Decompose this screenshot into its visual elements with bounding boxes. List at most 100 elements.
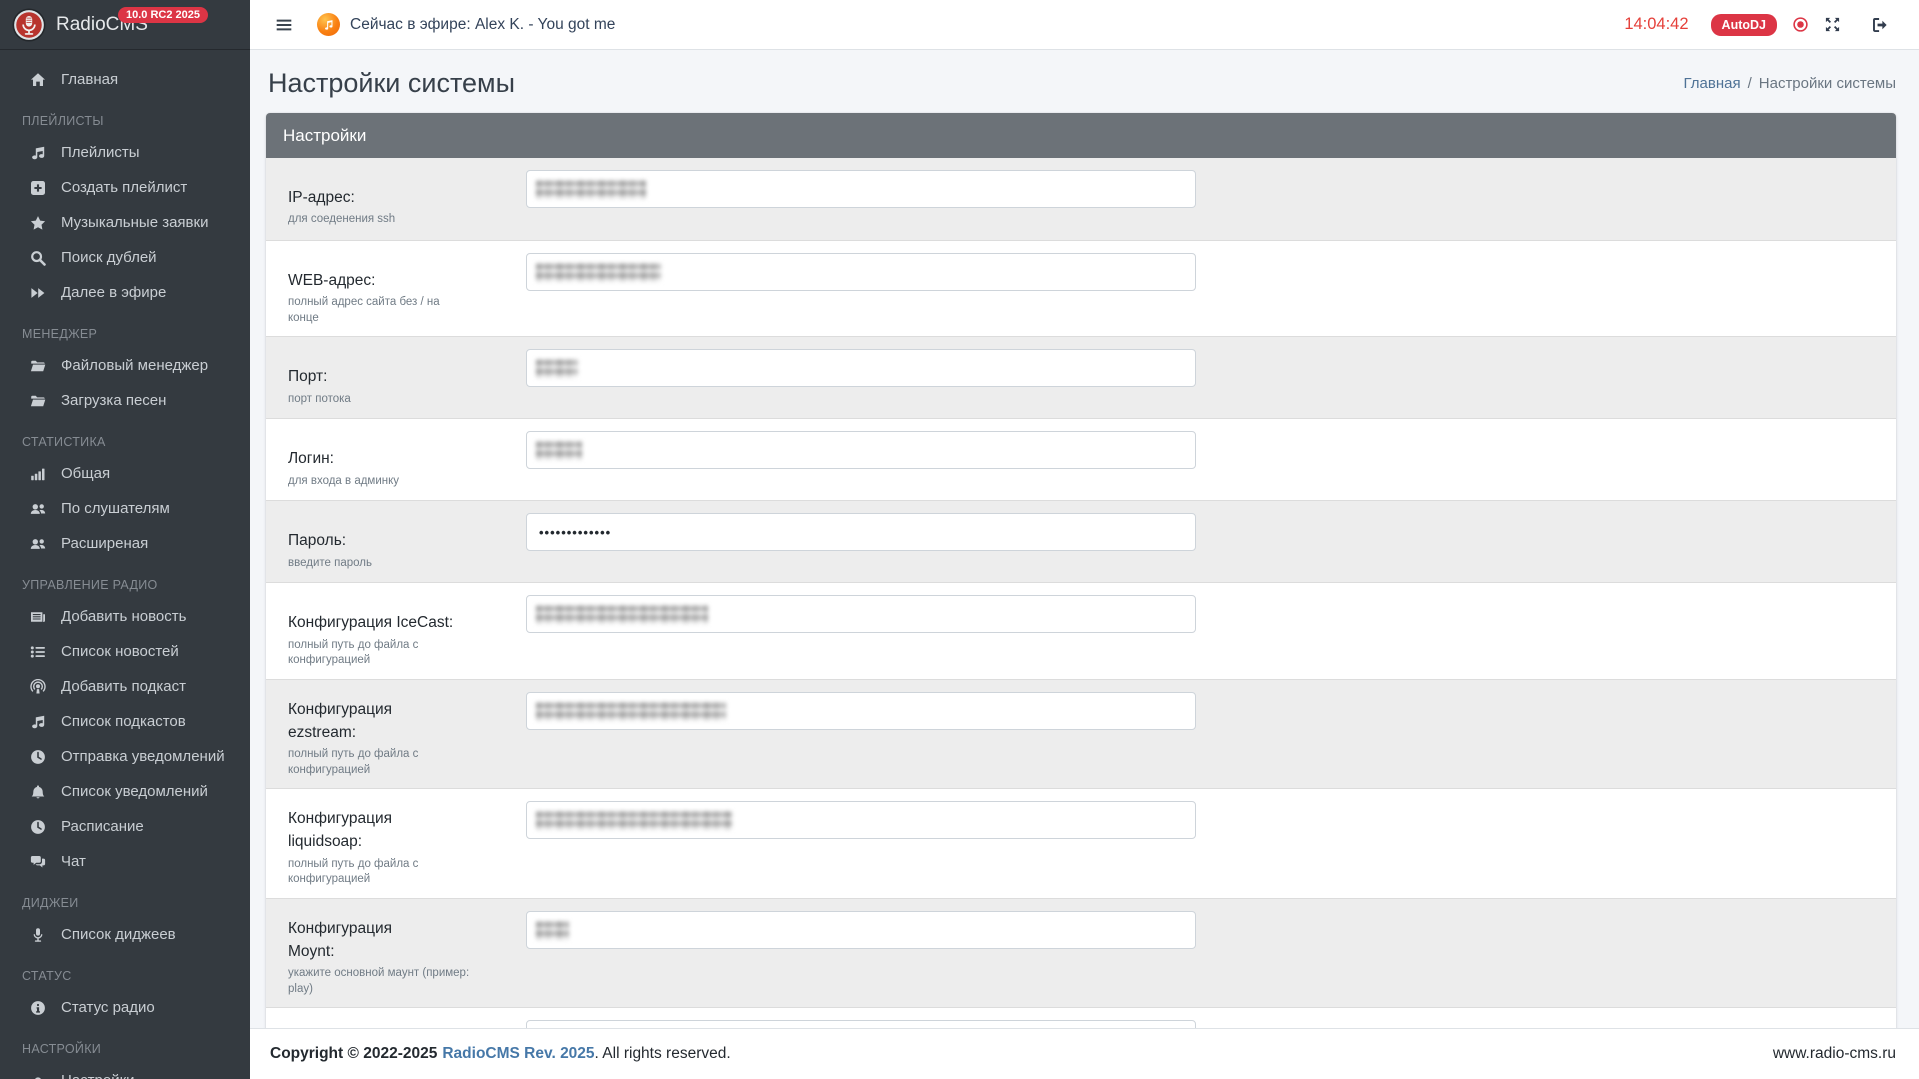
field-label: WEB-адрес: — [288, 259, 526, 292]
music-icon — [30, 145, 52, 161]
settings-card-header: Настройки — [266, 113, 1896, 158]
sidebar-item-duplicate-search[interactable]: Поиск дублей — [0, 240, 250, 275]
copyright-text: Copyright © 2022-2025RadioCMS Rev. 2025.… — [270, 1045, 731, 1063]
sidebar-item-dj-list[interactable]: Список диджеев — [0, 917, 250, 952]
field-label: Пароль: — [288, 519, 526, 552]
input-playlist-path[interactable]: /home/RetroDrom/web/s2804.evohit.ru/publ… — [526, 1020, 1196, 1028]
field-input-col — [526, 347, 1896, 408]
field-label: Конфигурация ezstream: — [288, 698, 526, 745]
input-ip-address[interactable] — [526, 170, 1196, 208]
sidebar-item-news-list[interactable]: Список новостей — [0, 634, 250, 669]
sidebar-item-upload-songs[interactable]: Загрузка песен — [0, 383, 250, 418]
sidebar-item-stats-listeners[interactable]: По слушателям — [0, 491, 250, 526]
sidebar-item-settings[interactable]: Настройки — [0, 1063, 250, 1079]
redacted-value — [536, 441, 582, 460]
sidebar-item-label: Расширеная — [61, 535, 148, 552]
menu-icon[interactable] — [275, 16, 293, 34]
folder-icon — [30, 393, 52, 409]
sidebar-item-chat[interactable]: Чат — [0, 844, 250, 879]
input-ezstream-config[interactable] — [526, 692, 1196, 730]
footer-brand-link[interactable]: RadioCMS Rev. 2025 — [442, 1045, 594, 1062]
field-label: Порт: — [288, 355, 526, 388]
sidebar-item-playlists[interactable]: Плейлисты — [0, 135, 250, 170]
sidebar-item-add-podcast[interactable]: Добавить подкаст — [0, 669, 250, 704]
field-row-ezstream-config: Конфигурация ezstream:полный путь до фай… — [266, 679, 1896, 789]
sidebar-item-next-on-air[interactable]: Далее в эфире — [0, 275, 250, 310]
sidebar-nav: ГлавнаяПЛЕЙЛИСТЫПлейлистыСоздать плейлис… — [0, 50, 250, 1079]
breadcrumb: Главная/Настройки системы — [1684, 75, 1897, 92]
input-password[interactable]: ••••••••••••• — [526, 513, 1196, 551]
password-dots: ••••••••••••• — [539, 525, 611, 540]
field-label-col: Адрес плейлиста:полный путь до файла пле… — [266, 1018, 526, 1028]
sidebar-item-radio-status[interactable]: Статус радио — [0, 990, 250, 1025]
podcast-icon — [30, 679, 52, 695]
field-input-col: ••••••••••••• — [526, 511, 1896, 572]
main-column: Сейчас в эфире: Alex K. - You got me 14:… — [250, 0, 1919, 1079]
record-icon[interactable] — [1792, 16, 1809, 33]
music-note-icon — [317, 13, 340, 36]
field-label-col: Пароль:введите пароль — [266, 511, 526, 572]
redacted-value — [536, 605, 708, 624]
nav-section-header: УПРАВЛЕНИЕ РАДИО — [0, 571, 250, 599]
sidebar-item-label: Отправка уведомлений — [61, 748, 225, 765]
field-row-playlist-path: Адрес плейлиста:полный путь до файла пле… — [266, 1007, 1896, 1028]
folder-icon — [30, 358, 52, 374]
comments-icon — [30, 854, 52, 870]
input-port[interactable] — [526, 349, 1196, 387]
field-label-col: IP-адрес:для соеденения ssh — [266, 168, 526, 230]
input-web-address[interactable] — [526, 253, 1196, 291]
field-hint: полный путь до файла с конфигурацией — [288, 857, 473, 888]
breadcrumb-current: Настройки системы — [1759, 75, 1896, 92]
field-hint: для входа в админку — [288, 474, 473, 490]
breadcrumb-home-link[interactable]: Главная — [1684, 75, 1741, 92]
dot-icon — [30, 1073, 52, 1079]
sidebar-item-stats-extended[interactable]: Расширеная — [0, 526, 250, 561]
sidebar-item-stats-general[interactable]: Общая — [0, 456, 250, 491]
sidebar-item-send-notifications[interactable]: Отправка уведомлений — [0, 739, 250, 774]
field-label: Конфигурация Moynt: — [288, 917, 526, 964]
field-hint: для соеденения ssh — [288, 212, 473, 228]
sidebar-item-music-requests[interactable]: Музыкальные заявки — [0, 205, 250, 240]
input-icecast-config[interactable] — [526, 595, 1196, 633]
clock-icon — [30, 749, 52, 765]
field-hint: порт потока — [288, 392, 473, 408]
sidebar-item-notifications-list[interactable]: Список уведомлений — [0, 774, 250, 809]
sign-out-icon[interactable] — [1871, 16, 1889, 34]
copyright-years: Copyright © 2022-2025 — [270, 1045, 437, 1062]
fullscreen-icon[interactable] — [1824, 16, 1841, 33]
sidebar-item-podcast-list[interactable]: Список подкастов — [0, 704, 250, 739]
sidebar-item-label: Поиск дублей — [61, 249, 157, 266]
plus-square-icon — [30, 180, 52, 196]
sidebar-item-label: Добавить подкаст — [61, 678, 186, 695]
field-label: Конфигурация IceCast: — [288, 601, 526, 634]
sidebar-item-label: Список уведомлений — [61, 783, 208, 800]
field-row-password: Пароль:введите пароль ••••••••••••• — [266, 500, 1896, 582]
field-label-col: Логин:для входа в админку — [266, 429, 526, 490]
sidebar-item-file-manager[interactable]: Файловый менеджер — [0, 348, 250, 383]
field-label-col: Конфигурация ezstream:полный путь до фай… — [266, 690, 526, 779]
star-icon — [30, 215, 52, 231]
sidebar-item-home[interactable]: Главная — [0, 62, 250, 97]
field-input-col — [526, 593, 1896, 668]
sidebar-item-label: Общая — [61, 465, 110, 482]
field-row-moynt-config: Конфигурация Moynt:укажите основной маун… — [266, 898, 1896, 1008]
sidebar-item-add-news[interactable]: Добавить новость — [0, 599, 250, 634]
sidebar-item-label: Файловый менеджер — [61, 357, 208, 374]
music-icon — [30, 714, 52, 730]
topbar-right: 14:04:42 AutoDJ — [1624, 14, 1889, 36]
sidebar-item-schedule[interactable]: Расписание — [0, 809, 250, 844]
field-row-login: Логин:для входа в админку — [266, 418, 1896, 500]
users-icon — [30, 501, 52, 517]
field-hint: полный адрес сайта без / на конце — [288, 295, 473, 326]
field-hint: полный путь до файла с конфигурацией — [288, 747, 473, 778]
redacted-value — [536, 263, 661, 282]
sidebar-item-create-playlist[interactable]: Создать плейлист — [0, 170, 250, 205]
field-label-col: Конфигурация liquidsoap:полный путь до ф… — [266, 799, 526, 888]
nav-section-header: ДИДЖЕИ — [0, 889, 250, 917]
autodj-badge[interactable]: AutoDJ — [1711, 14, 1777, 36]
nav-section-header: СТАТУС — [0, 962, 250, 990]
input-login[interactable] — [526, 431, 1196, 469]
input-moynt-config[interactable] — [526, 911, 1196, 949]
input-liquidsoap-config[interactable] — [526, 801, 1196, 839]
field-input-col — [526, 168, 1896, 230]
